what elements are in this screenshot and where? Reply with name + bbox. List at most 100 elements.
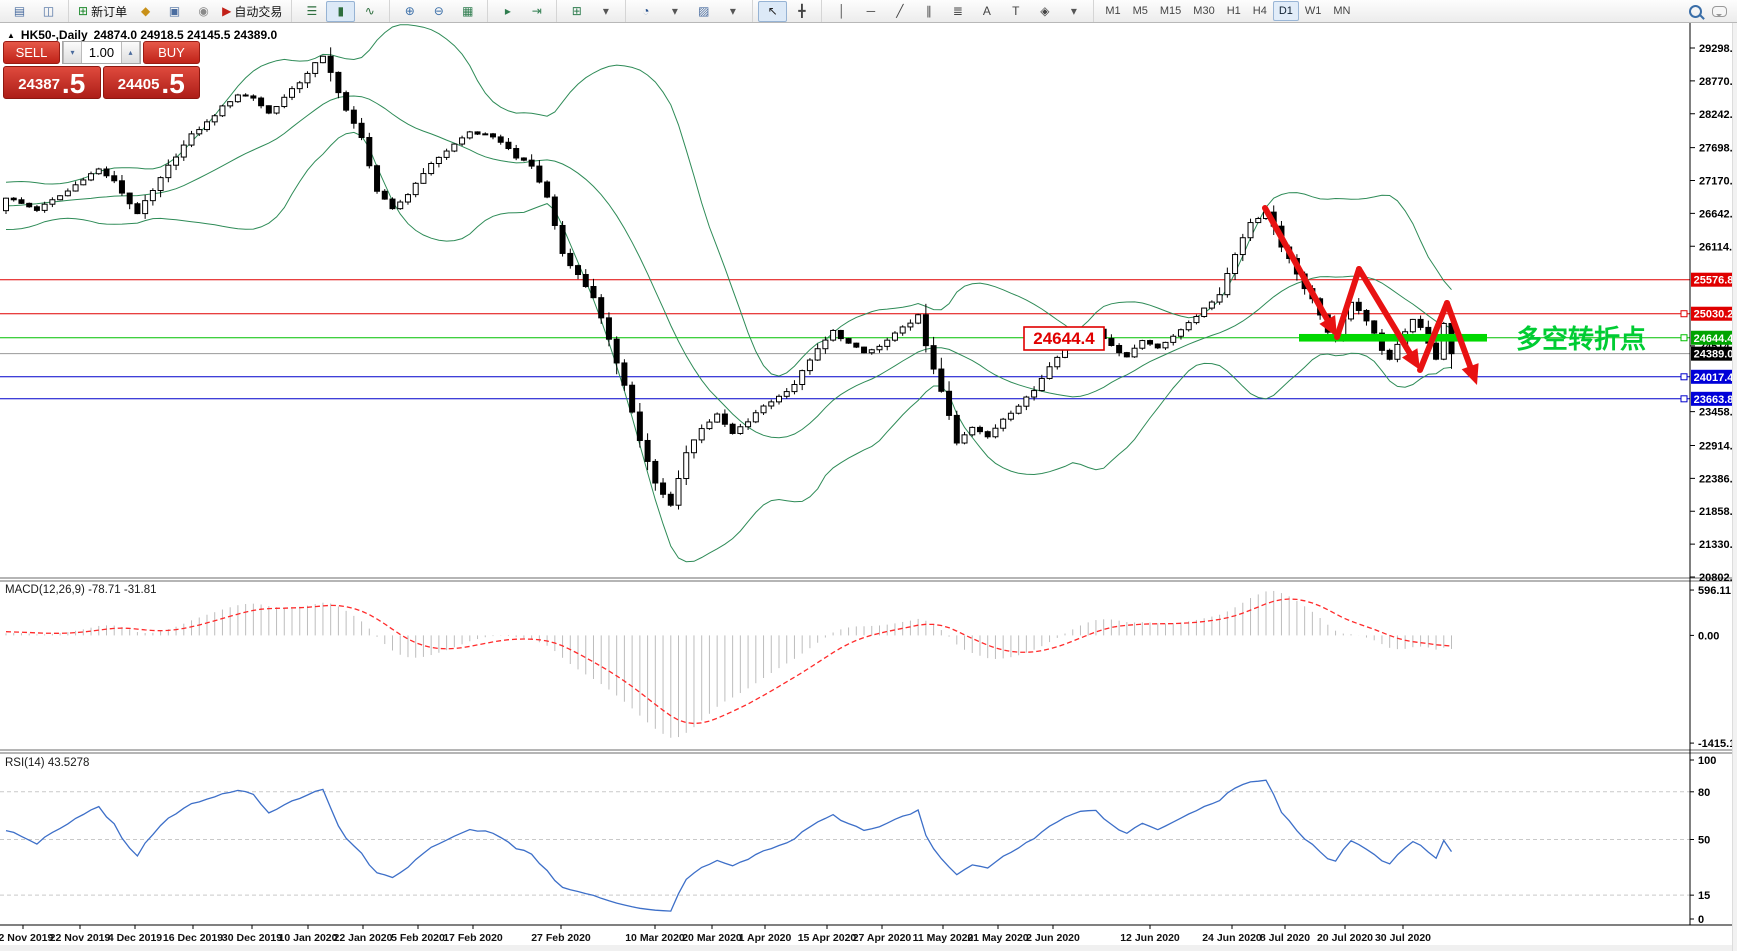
macd-indicator-label: MACD(12,26,9) -78.71 -31.81 bbox=[5, 584, 157, 596]
toolbar-group: ☰ ▮∿ bbox=[292, 0, 390, 22]
timeframe-m5[interactable]: M5 bbox=[1127, 1, 1154, 21]
date-tick-label: 22 Jan 2020 bbox=[334, 932, 393, 944]
data-window-button[interactable]: ◫ bbox=[34, 1, 63, 22]
date-tick-label: 16 Dec 2019 bbox=[163, 932, 223, 944]
line-handle[interactable] bbox=[1681, 374, 1687, 380]
price-badge-label: 24389.0 bbox=[1694, 349, 1734, 361]
toolbar-group: ◔▾▨▾ bbox=[626, 0, 753, 22]
timeframe-w1[interactable]: W1 bbox=[1299, 1, 1328, 21]
toolbar-group: ↖╋ bbox=[753, 0, 822, 22]
buy-price-tile[interactable]: 24405 .5 bbox=[103, 66, 201, 99]
bar-chart-icon: ☰ bbox=[306, 5, 317, 17]
market-watch-button[interactable]: ▤ bbox=[5, 1, 34, 22]
sell-button[interactable]: SELL bbox=[3, 41, 60, 64]
zoom-out-button[interactable]: ⊖ bbox=[424, 1, 453, 22]
timeframe-h1[interactable]: H1 bbox=[1221, 1, 1247, 21]
line-chart-button[interactable]: ∿ bbox=[355, 1, 384, 22]
vertical-line-button[interactable]: │ bbox=[827, 1, 856, 22]
templates-icon: ▨ bbox=[698, 5, 709, 17]
chart-shift-button[interactable]: ⇥ bbox=[522, 1, 551, 22]
chat-icon[interactable] bbox=[1712, 6, 1727, 17]
cursor-button[interactable]: ↖ bbox=[758, 1, 787, 22]
date-tick-label: 4 Dec 2019 bbox=[108, 932, 162, 944]
trendline-button[interactable]: ╱ bbox=[885, 1, 914, 22]
cursor-icon: ↖ bbox=[768, 5, 778, 17]
equidistant-channel-button[interactable]: ∥ bbox=[914, 1, 943, 22]
sell-price-frac: .5 bbox=[62, 70, 85, 97]
tile-windows-button[interactable]: ▦ bbox=[453, 1, 482, 22]
horizontal-line-button[interactable]: ─ bbox=[856, 1, 885, 22]
bar-chart-button[interactable]: ☰ bbox=[297, 1, 326, 22]
timeframe-m1[interactable]: M1 bbox=[1099, 1, 1126, 21]
templates-caret-button[interactable]: ▾ bbox=[718, 1, 747, 22]
new-chart-caret-button[interactable]: ▾ bbox=[591, 1, 620, 22]
macd-axis-label: 596.11 bbox=[1698, 585, 1731, 597]
templates-button[interactable]: ▨ bbox=[689, 1, 718, 22]
toolbar-group: ⊞新订单◆▣ ◉ ▶自动交易 bbox=[69, 0, 292, 22]
date-tick-label: 30 Jul 2020 bbox=[1375, 932, 1431, 944]
notifications-icon: ◉ bbox=[198, 5, 208, 17]
crosshair-button[interactable]: ╋ bbox=[787, 1, 816, 22]
date-tick-label: 15 Apr 2020 bbox=[798, 932, 857, 944]
new-order-button[interactable]: ⊞新订单 bbox=[74, 1, 131, 22]
turning-point-text[interactable]: 多空转折点 bbox=[1516, 324, 1646, 354]
shapes-caret-button[interactable]: ▾ bbox=[1059, 1, 1088, 22]
line-handle[interactable] bbox=[1681, 396, 1687, 402]
zoom-in-button[interactable]: ⊕ bbox=[395, 1, 424, 22]
volume-input[interactable]: 1.00 bbox=[82, 42, 121, 63]
candlestick-chart-button[interactable]: ▮ bbox=[326, 1, 355, 22]
auto-scroll-button[interactable]: ▸ bbox=[493, 1, 522, 22]
one-click-trading-panel: SELL ▾ 1.00 ▴ BUY 24387 .5 24405 .5 bbox=[3, 41, 200, 99]
mt4-window: 24644.4多空转折点29298.028770.028242.027698.0… bbox=[0, 0, 1737, 951]
new-chart-icon: ⊞ bbox=[572, 5, 582, 17]
timeframe-group: M1M5M15M30H1H4D1W1MN bbox=[1094, 0, 1361, 22]
auto-trading-label: 自动交易 bbox=[234, 3, 282, 20]
buy-price-main: 24405 bbox=[118, 72, 160, 97]
collapse-arrow-icon[interactable]: ▲ bbox=[7, 31, 15, 40]
text-label-button[interactable]: T bbox=[1001, 1, 1030, 22]
price-annotation-box[interactable]: 24644.4 bbox=[1024, 327, 1104, 350]
periods-caret-button[interactable]: ▾ bbox=[660, 1, 689, 22]
timeframe-m15[interactable]: M15 bbox=[1154, 1, 1187, 21]
search-icon[interactable] bbox=[1689, 5, 1702, 18]
date-tick-label: 12 Nov 2019 bbox=[0, 932, 54, 944]
vertical-line-icon: │ bbox=[838, 5, 846, 17]
timeframe-m30[interactable]: M30 bbox=[1187, 1, 1220, 21]
rsi-axis-label: 80 bbox=[1698, 787, 1710, 799]
shapes-button[interactable]: ◈ bbox=[1030, 1, 1059, 22]
new-order-label: 新订单 bbox=[91, 3, 127, 20]
history-center-button[interactable]: ◆ bbox=[131, 1, 160, 22]
line-handle[interactable] bbox=[1681, 311, 1687, 317]
toolbar-group: ⊞▾ bbox=[557, 0, 626, 22]
periods-button[interactable]: ◔ bbox=[631, 1, 660, 22]
text-icon: A bbox=[983, 5, 991, 17]
notifications-button[interactable]: ◉ bbox=[189, 1, 218, 22]
timeframe-mn[interactable]: MN bbox=[1327, 1, 1356, 21]
volume-increase-button[interactable]: ▴ bbox=[121, 42, 140, 63]
terminal-button[interactable]: ▣ bbox=[160, 1, 189, 22]
line-handle[interactable] bbox=[1681, 335, 1687, 341]
text-button[interactable]: A bbox=[972, 1, 1001, 22]
auto-trading-button[interactable]: ▶自动交易 bbox=[218, 1, 286, 22]
timeframe-h4[interactable]: H4 bbox=[1247, 1, 1273, 21]
volume-box: ▾ 1.00 ▴ bbox=[62, 41, 141, 64]
date-tick-label: 20 Mar 2020 bbox=[682, 932, 742, 944]
chart-symbol-label: HK50-,Daily bbox=[21, 28, 88, 42]
fibonacci-icon: ≣ bbox=[953, 5, 963, 17]
fibonacci-button[interactable]: ≣ bbox=[943, 1, 972, 22]
horizontal-line-icon: ─ bbox=[867, 5, 876, 17]
buy-button[interactable]: BUY bbox=[143, 41, 200, 64]
timeframe-d1[interactable]: D1 bbox=[1273, 1, 1299, 21]
date-tick-label: 2 Jun 2020 bbox=[1026, 932, 1080, 944]
price-badge-label: 24644.4 bbox=[1694, 333, 1735, 345]
rsi-axis-label: 0 bbox=[1698, 914, 1704, 926]
toolbar-group: ⊕⊖▦ bbox=[390, 0, 488, 22]
sell-price-tile[interactable]: 24387 .5 bbox=[3, 66, 101, 99]
rsi-indicator-label: RSI(14) 43.5278 bbox=[5, 757, 89, 769]
volume-decrease-button[interactable]: ▾ bbox=[63, 42, 82, 63]
new-chart-button[interactable]: ⊞ bbox=[562, 1, 591, 22]
price-badge-label: 23663.8 bbox=[1694, 394, 1734, 406]
bottom-edge bbox=[0, 945, 1737, 951]
chart-canvas[interactable]: 24644.4多空转折点29298.028770.028242.027698.0… bbox=[0, 0, 1737, 951]
date-tick-label: 27 Feb 2020 bbox=[531, 932, 591, 944]
